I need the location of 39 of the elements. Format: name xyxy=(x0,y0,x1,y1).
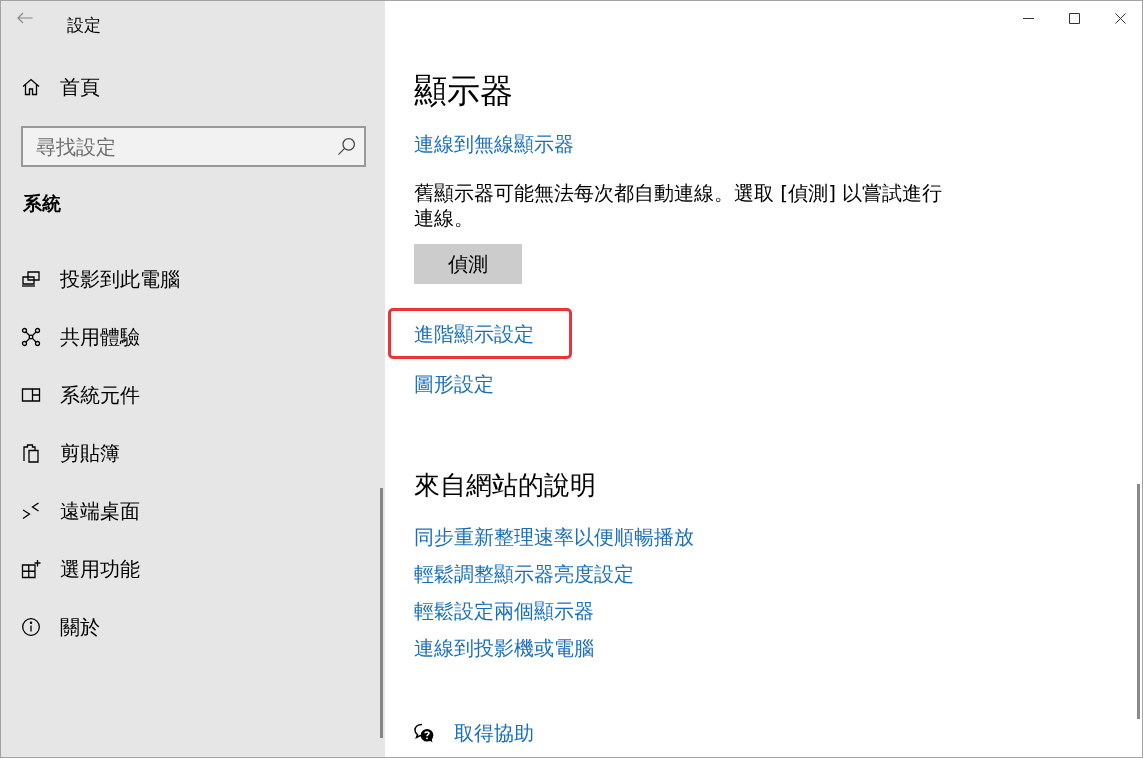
wireless-display-link[interactable]: 連線到無線顯示器 xyxy=(414,130,574,158)
section-heading: 來自網站的說明 xyxy=(414,469,596,502)
detect-note: 舊顯示器可能無法每次都自動連線。選取 [偵測] 以嘗試進行連線。 xyxy=(414,181,944,231)
screens-icon xyxy=(21,269,41,289)
help-link[interactable]: 連線到投影機或電腦 xyxy=(414,634,594,662)
nav-item[interactable]: 關於 xyxy=(1,598,385,656)
back-arrow-icon xyxy=(17,11,33,24)
help-link[interactable]: 輕鬆設定兩個顯示器 xyxy=(414,597,594,625)
home-link[interactable]: 首頁 xyxy=(1,67,385,107)
clipboard-icon xyxy=(21,443,41,463)
nav-item[interactable]: 遠端桌面 xyxy=(1,482,385,540)
maximize-icon xyxy=(1068,12,1080,24)
nav-item[interactable]: 選用功能 xyxy=(1,540,385,598)
settings-link[interactable]: 進階顯示設定 xyxy=(414,320,534,348)
window-title: 設定 xyxy=(67,13,101,37)
settings-link[interactable]: 圖形設定 xyxy=(414,370,494,398)
section-heading: 系統 xyxy=(23,191,61,216)
info-icon xyxy=(21,617,41,637)
detect-button[interactable]: 偵測 xyxy=(414,244,522,284)
get-help-link[interactable]: 取得協助 xyxy=(454,719,534,747)
search-field[interactable]: 尋找設定 xyxy=(21,126,366,167)
home-icon xyxy=(21,77,41,97)
nav-item[interactable]: 系統元件 xyxy=(1,366,385,424)
scrollbar-thumb[interactable] xyxy=(380,488,383,738)
nav-item[interactable]: 投影到此電腦 xyxy=(1,250,385,308)
chevrons-icon xyxy=(21,501,41,521)
page-title: 顯示器 xyxy=(414,71,513,111)
help-link[interactable]: 輕鬆調整顯示器亮度設定 xyxy=(414,560,634,588)
help-link[interactable]: 同步重新整理速率以便順暢播放 xyxy=(414,523,694,551)
grid-plus-icon xyxy=(21,559,41,579)
close-icon xyxy=(1114,12,1126,24)
panels-icon xyxy=(21,385,41,405)
minimize-icon xyxy=(1022,17,1034,19)
scrollbar-thumb[interactable] xyxy=(1137,484,1140,719)
nav-item[interactable]: 剪貼簿 xyxy=(1,424,385,482)
search-icon[interactable] xyxy=(337,137,356,156)
chat-help-icon xyxy=(414,723,434,743)
network-nodes-icon xyxy=(21,327,41,347)
nav-item[interactable]: 共用體驗 xyxy=(1,308,385,366)
